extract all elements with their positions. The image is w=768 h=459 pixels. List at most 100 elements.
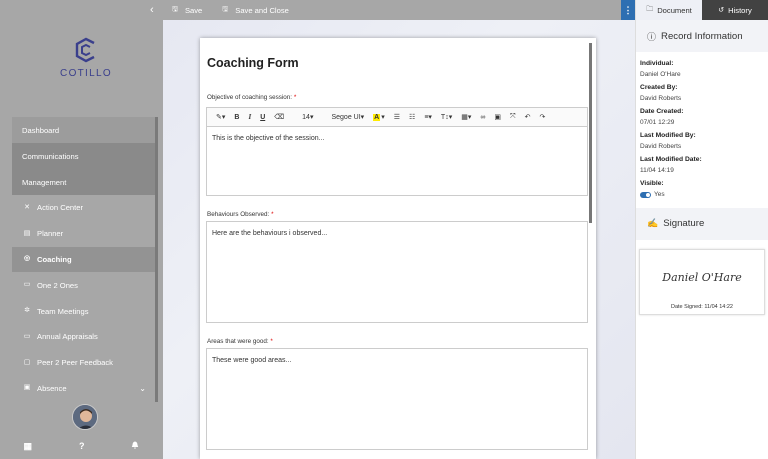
sidebar-item-communications[interactable]: Communications xyxy=(12,143,155,169)
modified-by-value: David Roberts xyxy=(640,143,682,150)
individual-label: Individual: xyxy=(640,60,674,67)
section-title: Signature xyxy=(663,218,705,229)
tab-history[interactable]: ↺ History xyxy=(702,0,768,20)
sidebar-item-one-2-ones[interactable]: ▭ One 2 Ones xyxy=(12,272,155,298)
chevron-down-icon: ⌄ xyxy=(139,383,146,393)
chat-icon: ▭ xyxy=(23,281,31,289)
history-icon: ↺ xyxy=(718,7,725,14)
magic-wand-icon[interactable]: ✎▾ xyxy=(216,113,225,121)
sidebar-item-label: One 2 Ones xyxy=(37,280,78,290)
save-and-close-button[interactable]: 🖫 Save and Close xyxy=(222,5,289,16)
sidebar-item-action-center[interactable]: ✕ Action Center xyxy=(12,195,155,221)
fullscreen-icon[interactable]: ⤧ xyxy=(510,113,516,121)
visible-toggle[interactable]: Yes xyxy=(640,191,665,198)
field-label-text: Areas that were good: xyxy=(207,338,269,345)
apps-grid-icon[interactable]: ▦ xyxy=(23,441,32,452)
sidebar-item-label: Peer 2 Peer Feedback xyxy=(37,358,113,368)
behaviours-textarea[interactable]: Here are the behaviours i observed... xyxy=(206,221,588,323)
font-family-select[interactable]: Segoe UI ▾ xyxy=(322,113,364,122)
sidebar-nav: Dashboard Communications Management ✕ Ac… xyxy=(12,117,155,401)
bold-button[interactable]: B xyxy=(234,114,239,121)
sidebar-item-absence[interactable]: ▣ Absence ⌄ xyxy=(12,376,155,402)
signature-header: ✍ Signature xyxy=(636,207,768,240)
text-style-icon[interactable]: T↕▾ xyxy=(441,113,452,121)
visible-label: Visible: xyxy=(640,180,664,187)
arrows-icon: ✕ xyxy=(24,203,30,211)
field-label-objective: Objective of coaching session: * xyxy=(207,94,296,101)
record-info-list: Individual: Daniel O'Hare Created By: Da… xyxy=(636,52,768,202)
tab-document[interactable]: 🗀 Document xyxy=(636,0,702,20)
signature-date: Date Signed: 11/04 14:22 xyxy=(671,303,733,310)
record-panel: 🗀 Document ↺ History ⓘ Record Informatio… xyxy=(635,0,768,459)
signature-icon: ✍ xyxy=(647,218,659,228)
sidebar-item-management[interactable]: Management xyxy=(12,169,155,195)
sidebar-item-label: Dashboard xyxy=(22,125,60,135)
sidebar-item-label: Action Center xyxy=(37,203,84,213)
chevron-left-icon[interactable]: ‹ xyxy=(150,4,154,16)
form-scrollbar[interactable] xyxy=(589,43,592,223)
font-family-value: Segoe UI xyxy=(331,113,361,121)
field-label-text: Objective of coaching session: xyxy=(207,94,293,101)
more-options-button[interactable]: ⋮ xyxy=(621,0,635,20)
save-button[interactable]: 🖫 Save xyxy=(172,5,202,16)
table-icon[interactable]: ▦▾ xyxy=(461,113,471,121)
toggle-switch xyxy=(640,191,651,198)
help-icon[interactable]: ? xyxy=(79,441,85,451)
sidebar-item-label: Annual Appraisals xyxy=(37,332,98,342)
field-label-text: Behaviours Observed: xyxy=(207,211,270,218)
sidebar-item-annual-appraisals[interactable]: ▭ Annual Appraisals xyxy=(12,324,155,350)
tab-label: History xyxy=(728,5,752,15)
highlight-color-button[interactable]: A xyxy=(373,113,381,121)
sidebar-item-coaching[interactable]: ◎ Coaching xyxy=(12,246,155,273)
sidebar-item-label: Communications xyxy=(22,151,79,161)
objective-textarea[interactable]: This is the objective of the session... xyxy=(206,126,588,196)
sidebar-item-label: Planner xyxy=(37,229,64,239)
undo-icon[interactable]: ↶ xyxy=(525,113,531,121)
align-icon[interactable]: ≡▾ xyxy=(424,113,432,121)
signature-name: Daniel O'Hare xyxy=(662,270,742,284)
individual-value: Daniel O'Hare xyxy=(640,71,681,78)
date-created-label: Date Created: xyxy=(640,108,684,115)
underline-button[interactable]: U xyxy=(260,114,265,121)
compass-icon: ◎ xyxy=(23,255,31,263)
sidebar-item-team-meetings[interactable]: ✲ Team Meetings xyxy=(12,298,155,324)
required-marker: * xyxy=(270,338,273,345)
required-marker: * xyxy=(271,211,274,218)
sidebar-item-planner[interactable]: ▤ Planner xyxy=(12,221,155,247)
redo-icon[interactable]: ↷ xyxy=(539,113,545,121)
sidebar-item-label: Coaching xyxy=(37,254,72,264)
rich-text-toolbar: ✎▾ B I U ⌫ 14 ▾ Segoe UI ▾ A ▾ ☰ ☷ ≡▾ T↕▾ ▦… xyxy=(206,107,588,126)
modified-by-label: Last Modified By: xyxy=(640,132,696,139)
bullet-list-icon[interactable]: ☰ xyxy=(394,113,400,121)
floppy-icon: 🖫 xyxy=(222,5,229,13)
good-areas-textarea[interactable]: These were good areas... xyxy=(206,348,588,450)
clipboard-icon: ▣ xyxy=(23,384,31,392)
numbered-list-icon[interactable]: ☷ xyxy=(409,113,415,121)
sidebar-item-label: Management xyxy=(22,177,67,187)
avatar-image xyxy=(73,405,97,429)
logo-text: COTILLO xyxy=(60,68,112,79)
sidebar-item-peer-feedback[interactable]: ▢ Peer 2 Peer Feedback xyxy=(12,350,155,376)
font-size-value: 14 xyxy=(302,113,310,121)
bell-icon[interactable] xyxy=(131,441,139,451)
sidebar-scrollbar[interactable] xyxy=(155,117,158,402)
italic-button[interactable]: I xyxy=(248,113,251,121)
sidebar-item-dashboard[interactable]: Dashboard xyxy=(12,117,155,143)
avatar[interactable] xyxy=(72,404,98,430)
sidebar-bottom-bar: ▦ ? xyxy=(0,433,163,459)
link-icon[interactable]: ∞ xyxy=(480,114,485,121)
record-information-header: ⓘ Record Information xyxy=(636,20,768,52)
save-and-close-label: Save and Close xyxy=(235,5,289,15)
save-label: Save xyxy=(184,5,203,15)
modified-date-value: 11/04 14:19 xyxy=(640,167,674,174)
eraser-icon[interactable]: ⌫ xyxy=(274,113,284,121)
font-size-select[interactable]: 14 ▾ xyxy=(293,113,313,122)
chevron-down-icon[interactable]: ▾ xyxy=(381,113,385,121)
image-icon[interactable]: ▣ xyxy=(494,113,501,121)
top-toolbar: 🖫 Save 🖫 Save and Close xyxy=(163,0,621,20)
cotillo-logo-icon xyxy=(75,37,95,63)
team-icon: ✲ xyxy=(24,307,30,315)
sidebar-item-label: Team Meetings xyxy=(37,306,89,316)
sidebar: ‹ COTILLO Dashboard Communications Manag… xyxy=(0,0,163,459)
document-icon: 🗀 xyxy=(646,5,654,13)
